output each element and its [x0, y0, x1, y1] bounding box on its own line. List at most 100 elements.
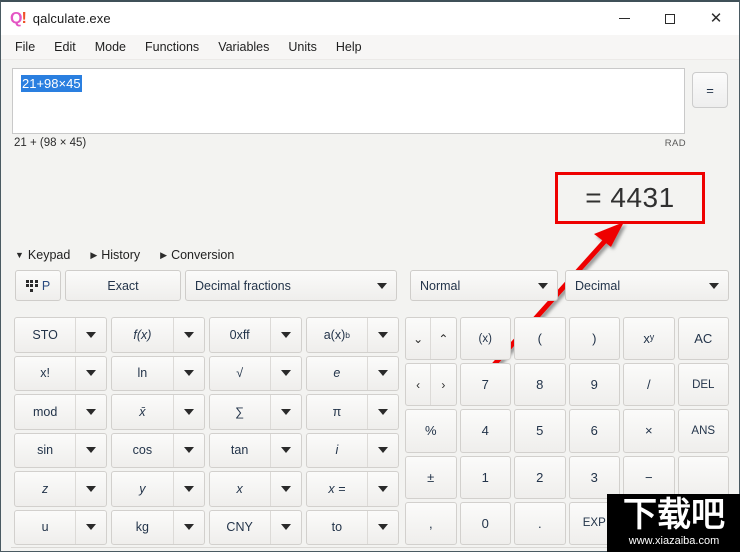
num-key-sym[interactable]: / — [623, 363, 675, 407]
function-key-dropdown[interactable] — [271, 511, 301, 545]
function-key-ax[interactable]: a(x) b — [305, 317, 399, 353]
function-key-dropdown[interactable] — [76, 395, 106, 429]
function-key-label[interactable]: tan — [210, 433, 271, 467]
keypad-toggle-button[interactable]: P — [15, 270, 61, 301]
num-key-3[interactable]: 3 — [568, 455, 620, 499]
function-key-u[interactable]: u — [14, 509, 108, 545]
equals-button[interactable]: = — [692, 72, 728, 108]
function-key-dropdown[interactable] — [174, 318, 204, 352]
num-key-x[interactable]: (x) — [459, 317, 511, 361]
function-key-label[interactable]: i — [307, 433, 368, 467]
exact-mode-button[interactable]: Exact — [65, 270, 181, 301]
function-key-label[interactable]: x! — [15, 356, 77, 390]
function-key-i[interactable]: i — [305, 432, 399, 468]
num-key-sym[interactable]: × — [623, 409, 675, 453]
function-key-dropdown[interactable] — [368, 472, 398, 506]
function-key-label[interactable]: ∑ — [210, 395, 271, 429]
fraction-mode-dropdown[interactable]: Decimal fractions — [185, 270, 397, 301]
num-key-del[interactable]: DEL — [677, 363, 729, 407]
function-key-cny[interactable]: CNY — [208, 509, 302, 545]
menu-item-functions[interactable]: Functions — [136, 37, 208, 57]
menu-item-mode[interactable]: Mode — [86, 37, 135, 57]
num-key-5[interactable]: 5 — [514, 409, 566, 453]
function-key-label[interactable]: to — [307, 510, 368, 544]
function-key-tan[interactable]: tan — [208, 432, 302, 468]
num-key-6[interactable]: 6 — [568, 409, 620, 453]
num-key-ans[interactable]: ANS — [677, 409, 729, 453]
function-key-dropdown[interactable] — [271, 395, 301, 429]
function-key-cos[interactable]: cos — [111, 432, 205, 468]
nav-vertical-key-second[interactable]: ⌃ — [431, 318, 455, 359]
menu-item-file[interactable]: File — [6, 37, 44, 57]
function-key-dropdown[interactable] — [76, 318, 106, 352]
function-key-label[interactable]: 0xff — [210, 318, 271, 352]
num-key-0[interactable]: 0 — [459, 501, 511, 545]
num-key-4[interactable]: 4 — [459, 409, 511, 453]
function-key-dropdown[interactable] — [271, 472, 301, 506]
nav-vertical-key-first[interactable]: ⌄ — [406, 318, 432, 360]
nav-vertical-key[interactable]: ⌄ ⌃ — [405, 317, 457, 361]
function-key-x[interactable]: x = — [305, 471, 399, 507]
function-key-dropdown[interactable] — [76, 434, 106, 468]
num-key-9[interactable]: 9 — [568, 363, 620, 407]
num-key-x[interactable]: xʸ — [623, 317, 675, 361]
num-key-ac[interactable]: AC — [677, 317, 729, 361]
function-key-dropdown[interactable] — [174, 357, 204, 391]
menu-item-edit[interactable]: Edit — [45, 37, 85, 57]
function-key-0xff[interactable]: 0xff — [208, 317, 302, 353]
function-key-fx[interactable]: f(x) — [111, 317, 205, 353]
function-key-mod[interactable]: mod — [14, 394, 108, 430]
num-key-sym[interactable]: ) — [568, 317, 620, 361]
expression-input[interactable]: 21+98×45 — [12, 68, 685, 134]
function-key-dropdown[interactable] — [174, 434, 204, 468]
function-key-dropdown[interactable] — [76, 511, 106, 545]
function-key-dropdown[interactable] — [271, 318, 301, 352]
function-key-label[interactable]: kg — [112, 510, 174, 544]
function-key-dropdown[interactable] — [174, 472, 204, 506]
function-key-dropdown[interactable] — [271, 434, 301, 468]
function-key-dropdown[interactable] — [368, 318, 398, 352]
function-key-label[interactable]: √ — [210, 356, 271, 390]
function-key-z[interactable]: z — [14, 471, 108, 507]
function-key-label[interactable]: z — [15, 472, 77, 506]
function-key-label[interactable]: a(x) b — [307, 318, 368, 352]
function-key-dropdown[interactable] — [368, 357, 398, 391]
nav-horizontal-key[interactable]: ‹ › — [405, 363, 457, 407]
function-key-dropdown[interactable] — [76, 472, 106, 506]
num-key-sym[interactable]: , — [405, 501, 457, 545]
function-key-dropdown[interactable] — [271, 357, 301, 391]
function-key-label[interactable]: mod — [15, 395, 77, 429]
function-key-label[interactable]: cos — [112, 433, 174, 467]
num-key-sym[interactable]: ± — [405, 455, 457, 499]
function-key-y[interactable]: y — [111, 471, 205, 507]
function-key-label[interactable]: y — [112, 472, 174, 506]
minimize-button[interactable] — [601, 2, 647, 35]
function-key-label[interactable]: f(x) — [112, 318, 174, 352]
function-key-dropdown[interactable] — [174, 511, 204, 545]
function-key-label[interactable]: ln — [112, 356, 174, 390]
function-key-ln[interactable]: ln — [111, 355, 205, 391]
menu-item-help[interactable]: Help — [327, 37, 371, 57]
maximize-button[interactable] — [647, 2, 693, 35]
nav-horizontal-key-first[interactable]: ‹ — [406, 364, 432, 406]
function-key-sto[interactable]: STO — [14, 317, 108, 353]
function-key-to[interactable]: to — [305, 509, 399, 545]
function-key-label[interactable]: e — [307, 356, 368, 390]
menu-item-units[interactable]: Units — [279, 37, 325, 57]
num-key-8[interactable]: 8 — [514, 363, 566, 407]
function-key-sin[interactable]: sin — [14, 432, 108, 468]
function-key-x[interactable]: x! — [14, 355, 108, 391]
function-key-label[interactable]: CNY — [210, 510, 271, 544]
base-mode-dropdown[interactable]: Decimal — [565, 270, 729, 301]
function-key-dropdown[interactable] — [368, 511, 398, 545]
num-key-1[interactable]: 1 — [459, 455, 511, 499]
num-key-7[interactable]: 7 — [459, 363, 511, 407]
function-key-x[interactable]: x — [208, 471, 302, 507]
tab-history[interactable]: ▶ History — [90, 248, 140, 262]
function-key-label[interactable]: π — [307, 395, 368, 429]
num-key-sym[interactable]: ( — [514, 317, 566, 361]
function-key-x[interactable]: x̄ — [111, 394, 205, 430]
num-key-sym[interactable]: − — [623, 455, 675, 499]
num-key-2[interactable]: 2 — [514, 455, 566, 499]
function-key-dropdown[interactable] — [368, 395, 398, 429]
